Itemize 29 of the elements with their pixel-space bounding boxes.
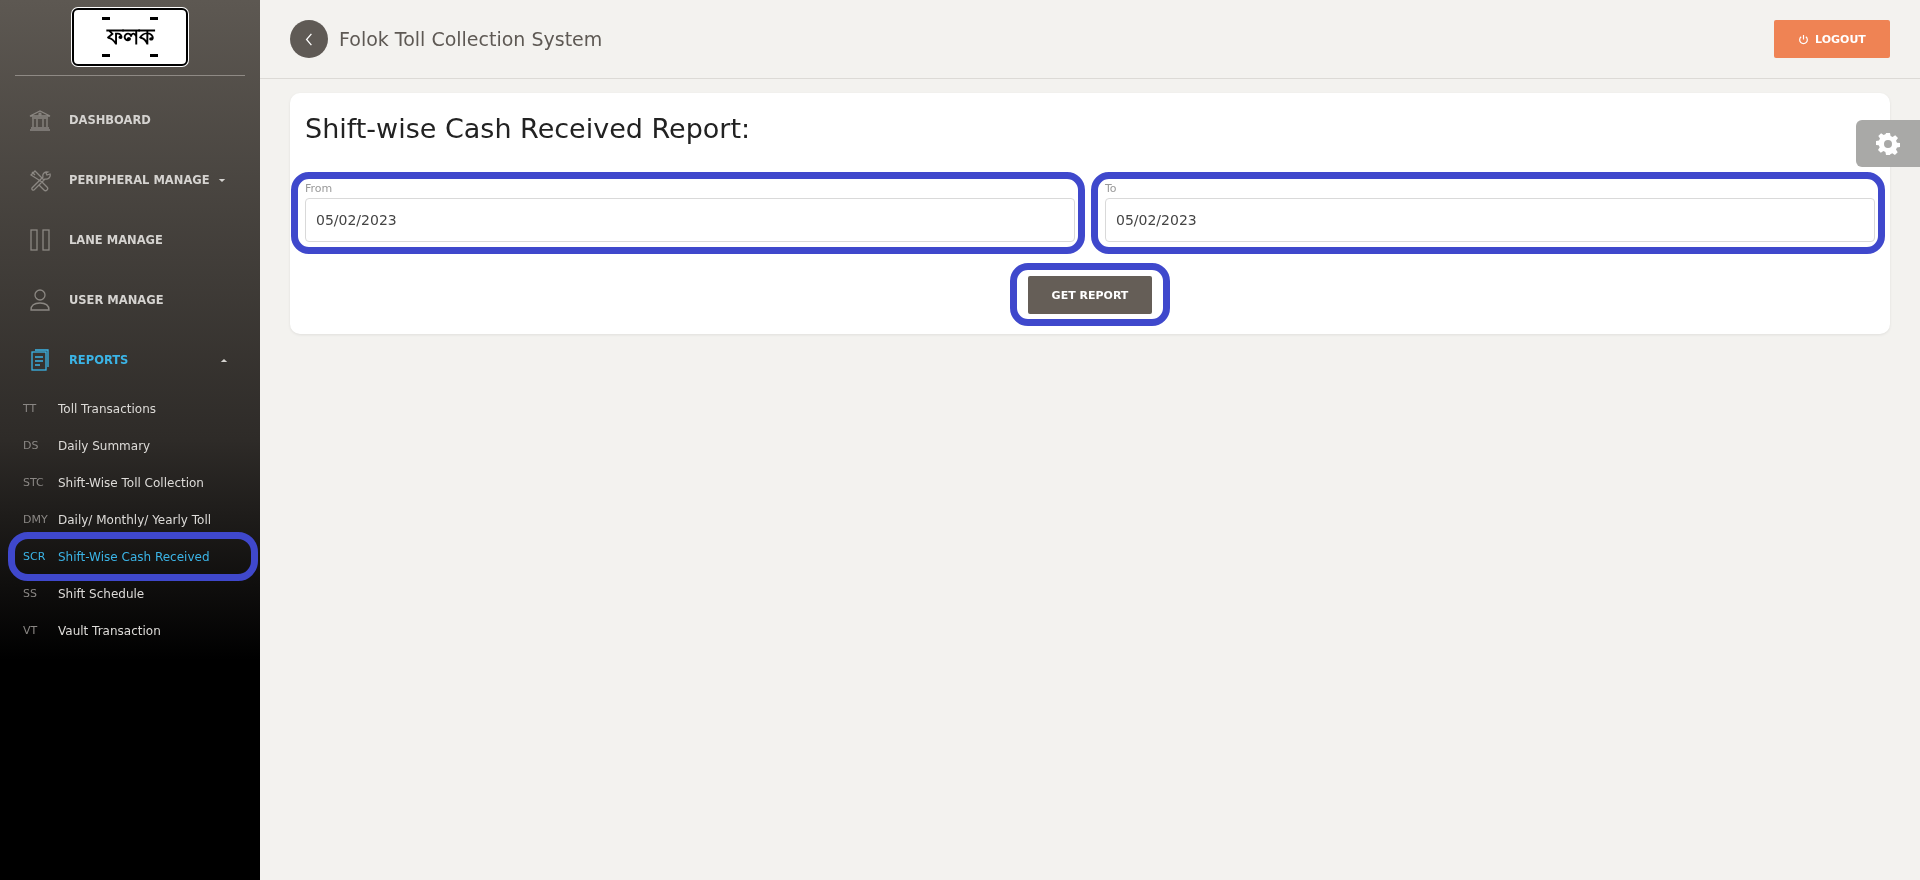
chevron-left-icon [305, 32, 313, 46]
submenu-item[interactable]: SCR Shift-Wise Cash Received [0, 538, 260, 575]
logo-text: ফলক [106, 22, 154, 51]
back-button[interactable] [290, 20, 328, 58]
field-label: To [1105, 182, 1118, 195]
app-title: Folok Toll Collection System [339, 28, 603, 50]
submenu-item[interactable]: DS Daily Summary [0, 427, 260, 464]
date-field[interactable]: 05/02/2023 [1105, 198, 1875, 242]
submenu-item[interactable]: DMY Daily/ Monthly/ Yearly Toll [0, 501, 260, 538]
field-label: From [305, 182, 334, 195]
nav-item[interactable]: LANE MANAGE [0, 210, 260, 270]
get-report-button[interactable]: GET REPORT [1028, 276, 1152, 314]
nav-item[interactable]: USER MANAGE [0, 270, 260, 330]
power-icon [1798, 33, 1810, 45]
submenu-item[interactable]: VT Vault Transaction [0, 612, 260, 649]
columns-icon [28, 228, 52, 252]
tools-icon [28, 168, 52, 192]
date-field[interactable]: 05/02/2023 [305, 198, 1075, 242]
document-icon [28, 348, 52, 372]
bank-icon [28, 108, 52, 132]
user-icon [28, 288, 52, 312]
submenu-item[interactable]: TT Toll Transactions [0, 390, 260, 427]
submenu-item[interactable]: STC Shift-Wise Toll Collection [0, 464, 260, 501]
nav-item[interactable]: PERIPHERAL MANAGE [0, 150, 260, 210]
nav-item[interactable]: DASHBOARD [0, 90, 260, 150]
nav-item[interactable]: REPORTS [0, 330, 260, 390]
submenu-item[interactable]: SS Shift Schedule [0, 575, 260, 612]
settings-icon [1876, 131, 1900, 156]
report-title: Shift-wise Cash Received Report: [305, 113, 752, 144]
